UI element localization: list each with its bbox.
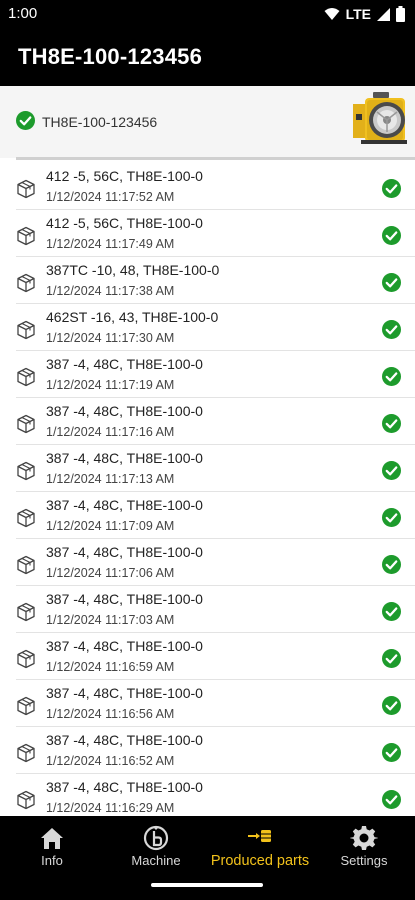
part-box-icon bbox=[17, 790, 35, 810]
part-timestamp: 1/12/2024 11:17:13 AM bbox=[46, 472, 175, 486]
list-item[interactable]: 462ST -16, 43, TH8E-100-0 1/12/2024 11:17… bbox=[0, 304, 415, 351]
home-icon bbox=[41, 828, 63, 849]
success-check-icon bbox=[382, 508, 401, 527]
part-timestamp: 1/12/2024 11:17:09 AM bbox=[46, 519, 175, 533]
bottom-navigation: Info Machine Produced parts Settings bbox=[0, 816, 415, 900]
machine-image bbox=[353, 92, 407, 144]
part-title: 412 -5, 56C, TH8E-100-0 bbox=[46, 168, 203, 184]
part-box-icon bbox=[17, 414, 35, 434]
part-box-icon bbox=[17, 508, 35, 528]
list-item[interactable]: 387 -4, 48C, TH8E-100-0 1/12/2024 11:17:1… bbox=[0, 398, 415, 445]
success-check-icon bbox=[382, 367, 401, 386]
list-item[interactable]: 387 -4, 48C, TH8E-100-0 1/12/2024 11:17:0… bbox=[0, 586, 415, 633]
part-timestamp: 1/12/2024 11:17:49 AM bbox=[46, 237, 175, 251]
part-box-icon bbox=[17, 226, 35, 246]
produced-parts-screen: TH8E-100-123456 412 -5, 56C, TH8E-100-0 1… bbox=[0, 86, 415, 816]
part-title: 462ST -16, 43, TH8E-100-0 bbox=[46, 309, 219, 325]
success-check-icon bbox=[382, 649, 401, 668]
battery-icon bbox=[396, 6, 405, 22]
success-check-icon bbox=[382, 320, 401, 339]
success-check-icon bbox=[382, 790, 401, 809]
part-box-icon bbox=[17, 461, 35, 481]
part-timestamp: 1/12/2024 11:17:52 AM bbox=[46, 190, 175, 204]
part-box-icon bbox=[17, 602, 35, 622]
list-item[interactable]: 387 -4, 48C, TH8E-100-0 1/12/2024 11:16:5… bbox=[0, 727, 415, 774]
device-card[interactable]: TH8E-100-123456 bbox=[0, 86, 415, 158]
part-title: 387 -4, 48C, TH8E-100-0 bbox=[46, 356, 203, 372]
list-item[interactable]: 387 -4, 48C, TH8E-100-0 1/12/2024 11:17:1… bbox=[0, 351, 415, 398]
part-title: 387 -4, 48C, TH8E-100-0 bbox=[46, 450, 203, 466]
nav-info-label: Info bbox=[41, 853, 63, 868]
success-check-icon bbox=[382, 743, 401, 762]
part-box-icon bbox=[17, 649, 35, 669]
list-item[interactable]: 387 -4, 48C, TH8E-100-0 1/12/2024 11:16:5… bbox=[0, 680, 415, 727]
signal-icon bbox=[377, 8, 390, 21]
header-divider bbox=[16, 157, 415, 160]
home-indicator[interactable] bbox=[151, 883, 263, 887]
part-timestamp: 1/12/2024 11:16:29 AM bbox=[46, 801, 175, 815]
nav-settings[interactable]: Settings bbox=[324, 816, 404, 878]
nav-info[interactable]: Info bbox=[12, 816, 92, 878]
part-title: 387TC -10, 48, TH8E-100-0 bbox=[46, 262, 220, 278]
wifi-icon bbox=[324, 8, 340, 20]
status-time: 1:00 bbox=[8, 5, 38, 22]
nav-produced-parts-label: Produced parts bbox=[210, 853, 310, 869]
list-item[interactable]: 412 -5, 56C, TH8E-100-0 1/12/2024 11:17:5… bbox=[0, 163, 415, 210]
part-box-icon bbox=[17, 320, 35, 340]
device-name: TH8E-100-123456 bbox=[42, 114, 158, 130]
machine-icon bbox=[143, 825, 169, 851]
nav-produced-parts[interactable]: Produced parts bbox=[203, 816, 317, 878]
list-item[interactable]: 387 -4, 48C, TH8E-100-0 1/12/2024 11:17:1… bbox=[0, 445, 415, 492]
success-check-icon bbox=[382, 555, 401, 574]
nav-machine[interactable]: Machine bbox=[116, 816, 196, 878]
part-title: 387 -4, 48C, TH8E-100-0 bbox=[46, 638, 203, 654]
nav-machine-label: Machine bbox=[131, 853, 181, 868]
success-check-icon bbox=[382, 414, 401, 433]
part-box-icon bbox=[17, 367, 35, 387]
success-check-icon bbox=[382, 273, 401, 292]
part-title: 387 -4, 48C, TH8E-100-0 bbox=[46, 497, 203, 513]
part-title: 387 -4, 48C, TH8E-100-0 bbox=[46, 403, 203, 419]
list-item[interactable]: 387TC -10, 48, TH8E-100-0 1/12/2024 11:17… bbox=[0, 257, 415, 304]
part-title: 387 -4, 48C, TH8E-100-0 bbox=[46, 779, 203, 795]
part-timestamp: 1/12/2024 11:16:56 AM bbox=[46, 707, 175, 721]
part-title: 387 -4, 48C, TH8E-100-0 bbox=[46, 544, 203, 560]
part-title: 387 -4, 48C, TH8E-100-0 bbox=[46, 685, 203, 701]
part-box-icon bbox=[17, 555, 35, 575]
part-title: 412 -5, 56C, TH8E-100-0 bbox=[46, 215, 203, 231]
list-item[interactable]: 412 -5, 56C, TH8E-100-0 1/12/2024 11:17:4… bbox=[0, 210, 415, 257]
success-check-icon bbox=[382, 461, 401, 480]
list-item[interactable]: 387 -4, 48C, TH8E-100-0 1/12/2024 11:17:0… bbox=[0, 492, 415, 539]
list-item[interactable]: 387 -4, 48C, TH8E-100-0 1/12/2024 11:16:2… bbox=[0, 774, 415, 816]
part-timestamp: 1/12/2024 11:17:06 AM bbox=[46, 566, 175, 580]
part-timestamp: 1/12/2024 11:17:16 AM bbox=[46, 425, 175, 439]
part-timestamp: 1/12/2024 11:17:38 AM bbox=[46, 284, 175, 298]
part-timestamp: 1/12/2024 11:17:03 AM bbox=[46, 613, 175, 627]
network-type: LTE bbox=[345, 6, 371, 22]
success-check-icon bbox=[382, 602, 401, 621]
success-check-icon bbox=[382, 179, 401, 198]
app-bar: TH8E-100-123456 bbox=[0, 30, 415, 86]
part-box-icon bbox=[17, 696, 35, 716]
part-title: 387 -4, 48C, TH8E-100-0 bbox=[46, 591, 203, 607]
status-bar: 1:00 LTE bbox=[0, 0, 415, 30]
connected-check-icon bbox=[16, 111, 35, 130]
part-box-icon bbox=[17, 179, 35, 199]
part-timestamp: 1/12/2024 11:17:19 AM bbox=[46, 378, 175, 392]
gear-icon bbox=[350, 826, 378, 850]
page-title: TH8E-100-123456 bbox=[18, 44, 203, 69]
part-title: 387 -4, 48C, TH8E-100-0 bbox=[46, 732, 203, 748]
list-item[interactable]: 387 -4, 48C, TH8E-100-0 1/12/2024 11:16:5… bbox=[0, 633, 415, 680]
status-icons: LTE bbox=[324, 6, 405, 22]
list-item[interactable]: 387 -4, 48C, TH8E-100-0 1/12/2024 11:17:0… bbox=[0, 539, 415, 586]
part-timestamp: 1/12/2024 11:16:52 AM bbox=[46, 754, 175, 768]
nav-settings-label: Settings bbox=[340, 853, 388, 868]
part-timestamp: 1/12/2024 11:16:59 AM bbox=[46, 660, 175, 674]
part-box-icon bbox=[17, 273, 35, 293]
produced-parts-icon bbox=[248, 830, 271, 842]
part-timestamp: 1/12/2024 11:17:30 AM bbox=[46, 331, 175, 345]
success-check-icon bbox=[382, 696, 401, 715]
part-box-icon bbox=[17, 743, 35, 763]
success-check-icon bbox=[382, 226, 401, 245]
